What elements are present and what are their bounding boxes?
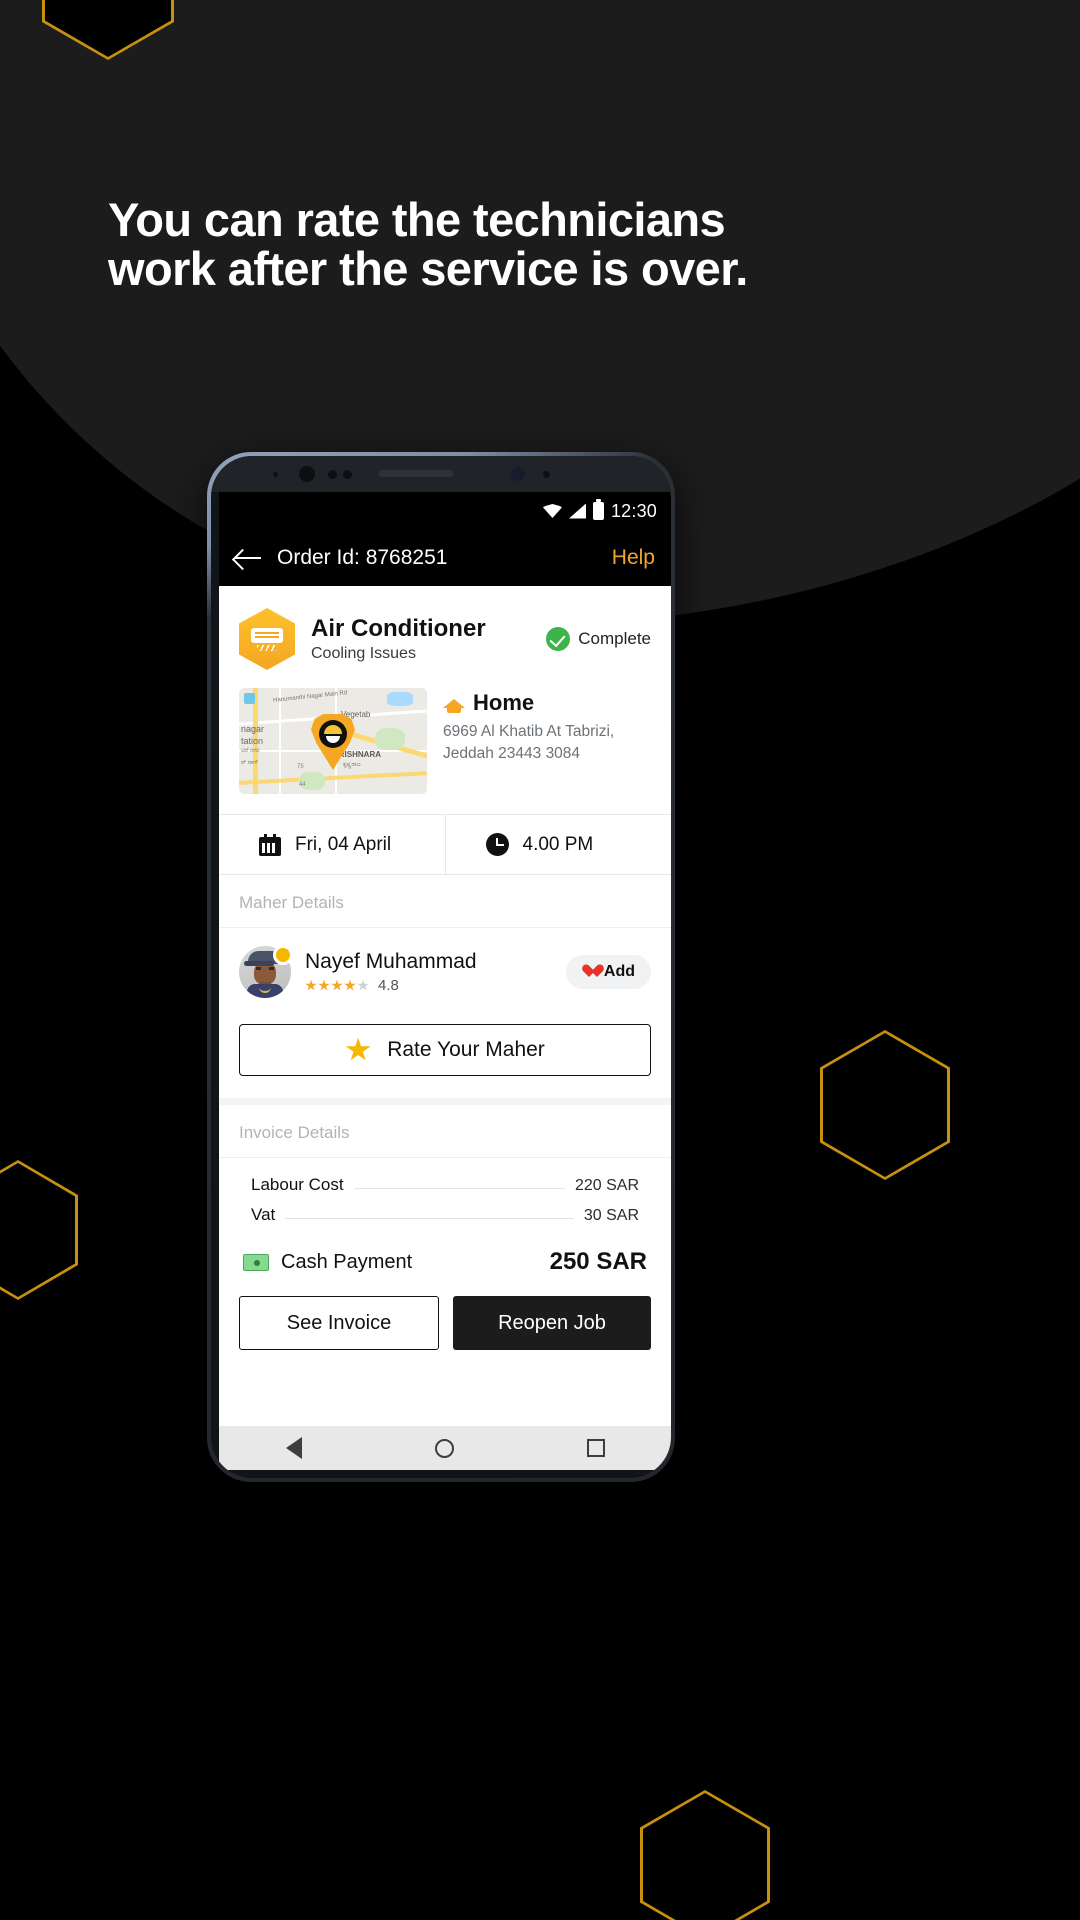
section-divider xyxy=(219,1098,671,1105)
schedule-time: 4.00 PM xyxy=(522,833,594,855)
see-invoice-button[interactable]: See Invoice xyxy=(239,1296,439,1350)
phone-screen: 12:30 Order Id: 8768251 Help Air Conditi… xyxy=(219,492,671,1434)
map-label-area-local: ಕೃಷ್ಣರಾಜ xyxy=(343,762,361,768)
rating-stars xyxy=(305,979,369,992)
invoice-line-rule xyxy=(353,1188,565,1189)
service-title: Air Conditioner xyxy=(311,615,486,643)
nav-recents-icon[interactable] xyxy=(586,1439,605,1457)
map-label-left2: tation xyxy=(241,736,264,746)
star-icon xyxy=(345,1037,371,1061)
invoice-line: Vat 30 SAR xyxy=(251,1200,639,1230)
rate-maher-button[interactable]: Rate Your Maher xyxy=(239,1024,651,1076)
app-bar: Order Id: 8768251 Help xyxy=(219,530,671,586)
led-indicator xyxy=(543,471,550,478)
light-sensor xyxy=(343,470,352,479)
location-row: Hanumanthi Nagar Main Rd Vegetab nagar t… xyxy=(219,678,671,814)
nav-home-icon[interactable] xyxy=(434,1438,454,1458)
iris-scanner xyxy=(511,467,525,481)
front-camera xyxy=(299,466,315,482)
back-arrow-icon[interactable] xyxy=(235,547,261,569)
payment-total: 250 SAR xyxy=(549,1248,647,1275)
status-bar-time: 12:30 xyxy=(610,500,657,521)
reopen-job-button[interactable]: Reopen Job xyxy=(453,1296,651,1350)
map-route-a: 75 xyxy=(297,764,304,770)
map-label-left1: nagar xyxy=(241,724,265,734)
invoice-line-value: 30 SAR xyxy=(583,1207,639,1224)
invoice-line-value: 220 SAR xyxy=(574,1177,639,1194)
status-label: Complete xyxy=(578,629,651,648)
invoice-lines: Labour Cost 220 SAR Vat 30 SAR xyxy=(219,1158,671,1236)
calendar-icon xyxy=(259,833,281,856)
map-label-left3: ಟಿರೆ ನಗರ xyxy=(241,748,260,754)
technician-avatar[interactable] xyxy=(239,945,293,998)
payment-method-label: Cash Payment xyxy=(281,1250,413,1273)
map-thumbnail[interactable]: Hanumanthi Nagar Main Rd Vegetab nagar t… xyxy=(239,688,427,794)
maher-section-header: Maher Details xyxy=(219,875,671,928)
address-label: Home xyxy=(473,690,535,715)
address-line-2: Jeddah 23443 3084 xyxy=(443,745,581,763)
help-button[interactable]: Help xyxy=(612,546,655,570)
invoice-line-label: Vat xyxy=(251,1205,276,1224)
wifi-icon xyxy=(542,504,562,518)
hexagon-decoration-bottom xyxy=(640,1790,770,1920)
rating-value: 4.8 xyxy=(378,977,399,994)
sensor-dot xyxy=(273,472,278,477)
address-line-1: 6969 Al Khatib At Tabrizi, xyxy=(443,723,615,740)
schedule-date-cell: Fri, 04 April xyxy=(219,815,445,874)
earpiece-speaker xyxy=(379,470,453,477)
battery-icon xyxy=(592,499,604,520)
invoice-actions: See Invoice Reopen Job xyxy=(219,1286,671,1368)
status-badge: Complete xyxy=(546,627,651,651)
hexagon-decoration-right xyxy=(820,1030,950,1180)
screen-content: Air Conditioner Cooling Issues Complete xyxy=(219,586,671,1368)
home-icon xyxy=(443,693,465,713)
air-conditioner-icon xyxy=(239,608,295,670)
schedule-time-cell: 4.00 PM xyxy=(444,815,672,874)
clock-icon xyxy=(485,833,509,856)
promo-screenshot: You can rate the technicians work after … xyxy=(0,0,1080,1920)
cash-icon xyxy=(243,1253,269,1271)
map-route-b: 44 xyxy=(299,782,306,788)
service-summary-row: Air Conditioner Cooling Issues Complete xyxy=(219,586,671,678)
online-status-dot xyxy=(273,945,293,965)
rate-button-wrap: Rate Your Maher xyxy=(219,1016,671,1098)
map-label-left4: ರ್ ರಾಗ್ xyxy=(241,760,259,766)
signal-icon xyxy=(568,503,586,519)
map-transit-badge xyxy=(244,693,255,704)
add-favorite-button[interactable]: Add xyxy=(565,955,651,989)
rate-maher-label: Rate Your Maher xyxy=(387,1038,545,1061)
proximity-sensor xyxy=(328,470,337,479)
status-bar: 12:30 xyxy=(219,492,671,530)
android-nav-bar xyxy=(219,1426,671,1470)
service-subtitle: Cooling Issues xyxy=(311,644,416,662)
phone-top-bezel xyxy=(211,456,671,492)
check-circle-icon xyxy=(546,627,571,651)
schedule-strip: Fri, 04 April 4.00 PM xyxy=(219,814,671,875)
invoice-line: Labour Cost 220 SAR xyxy=(251,1170,639,1200)
technician-row: Nayef Muhammad 4.8 Add xyxy=(219,928,671,1016)
payment-row: Cash Payment 250 SAR xyxy=(219,1236,671,1286)
phone-mockup: 12:30 Order Id: 8768251 Help Air Conditi… xyxy=(207,452,675,1482)
hexagon-decoration-left xyxy=(0,1160,78,1300)
page-title: Order Id: 8768251 xyxy=(277,546,448,569)
heart-icon xyxy=(582,965,597,979)
invoice-line-label: Labour Cost xyxy=(251,1175,344,1194)
promo-headline: You can rate the technicians work after … xyxy=(108,193,748,295)
nav-back-icon[interactable] xyxy=(285,1437,302,1459)
invoice-section-header: Invoice Details xyxy=(219,1105,671,1158)
schedule-date: Fri, 04 April xyxy=(295,833,392,855)
address-block: Home 6969 Al Khatib At Tabrizi, Jeddah 2… xyxy=(443,688,651,766)
add-favorite-label: Add xyxy=(603,963,635,980)
technician-name: Nayef Muhammad xyxy=(305,950,477,973)
invoice-line-rule xyxy=(285,1218,574,1219)
